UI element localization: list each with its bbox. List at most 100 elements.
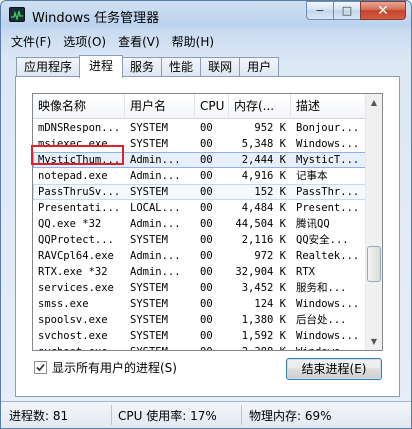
scroll-down-arrow-icon[interactable]: ▼ <box>366 333 382 350</box>
show-all-users-option[interactable]: 显示所有用户的进程(S) <box>34 359 177 376</box>
table-row[interactable]: services.exe SYSTEM 00 3,452 K 服务和... <box>33 280 366 296</box>
process-name-cell: PassThruSv... <box>38 186 121 198</box>
tab-applications[interactable]: 应用程序 <box>16 57 81 77</box>
user-name-cell: SYSTEM <box>130 122 168 134</box>
menu-view[interactable]: 查看(V) <box>112 31 166 49</box>
tab-processes[interactable]: 进程 <box>79 55 124 78</box>
process-name-cell: msiexec.exe <box>38 138 108 150</box>
cpu-cell: 00 <box>200 186 213 198</box>
process-name-cell: QQ.exe *32 <box>38 218 102 230</box>
user-name-cell: SYSTEM <box>130 186 168 198</box>
scroll-up-arrow-icon[interactable]: ▲ <box>366 94 382 111</box>
table-row[interactable]: mDNSRespon... SYSTEM 00 952 K Bonjour... <box>33 120 366 136</box>
cpu-cell: 00 <box>200 266 213 278</box>
column-header-description[interactable]: 描述 <box>291 94 366 119</box>
status-physical-memory: 物理内存: 69% <box>249 409 332 423</box>
menu-bar: 文件(F) 选项(O) 查看(V) 帮助(H) <box>5 31 220 49</box>
memory-cell: 2,388 K <box>230 344 286 350</box>
minimize-button[interactable]: − <box>306 1 333 20</box>
end-process-button[interactable]: 结束进程(E) <box>286 358 382 380</box>
table-row[interactable]: svchost.exe SYSTEM 00 1,592 K Windows... <box>33 328 366 344</box>
process-name-cell: smss.exe <box>38 298 89 310</box>
cpu-cell: 00 <box>200 282 213 294</box>
tab-networking[interactable]: 联网 <box>200 57 241 77</box>
user-name-cell: SYSTEM <box>130 298 168 310</box>
status-divider <box>111 405 112 425</box>
memory-cell: 3,452 K <box>241 282 286 294</box>
menu-options[interactable]: 选项(O) <box>57 31 112 49</box>
processes-panel: 映像名称 用户名 CPU 内存(... 描述 mDNSRespon... SYST… <box>15 76 400 397</box>
table-row[interactable]: msiexec.exe SYSTEM 00 5,348 K Windows... <box>33 136 366 152</box>
table-row[interactable]: QQ.exe *32 Admin... 00 44,504 K 腾讯QQ <box>33 216 366 232</box>
memory-cell: 1,380 K <box>241 314 286 326</box>
user-name-cell: LOCAL... <box>130 202 181 214</box>
process-name-cell: mDNSRespon... <box>38 122 121 134</box>
scrollbar-thumb[interactable] <box>367 246 381 282</box>
table-row[interactable]: svchost.exe SYSTEM 00 2,388 K Windows... <box>33 344 366 350</box>
table-row[interactable]: notepad.exe Admin... 00 4,916 K 记事本 <box>33 168 366 184</box>
menu-help[interactable]: 帮助(H) <box>166 31 220 49</box>
description-cell: Windows... <box>296 344 364 350</box>
column-header-row: 映像名称 用户名 CPU 内存(... 描述 <box>33 94 366 119</box>
window-title: Windows 任务管理器 <box>32 11 160 26</box>
cpu-cell: 00 <box>200 314 213 326</box>
column-header-user[interactable]: 用户名 <box>125 94 195 119</box>
table-row[interactable]: QQProtect... SYSTEM 00 2,116 K QQ安全... <box>33 232 366 248</box>
table-row[interactable]: spoolsv.exe SYSTEM 00 1,380 K 后台处... <box>33 312 366 328</box>
vertical-scrollbar[interactable]: ▲ ▼ <box>365 94 382 350</box>
tab-users[interactable]: 用户 <box>239 57 280 77</box>
table-row[interactable]: PassThruSv... SYSTEM 00 152 K PassThr... <box>33 184 366 200</box>
column-header-memory[interactable]: 内存(... <box>229 94 291 119</box>
cpu-cell: 00 <box>200 218 213 230</box>
show-all-users-label: 显示所有用户的进程(S) <box>52 361 177 375</box>
memory-cell: 2,444 K <box>241 154 286 166</box>
menu-file[interactable]: 文件(F) <box>5 31 57 49</box>
maximize-icon: □ <box>341 4 353 17</box>
description-cell: PassThr... <box>296 186 360 198</box>
task-manager-icon <box>9 7 25 22</box>
maximize-button[interactable]: □ <box>333 1 360 20</box>
close-button[interactable]: ✕ <box>360 1 406 20</box>
table-row[interactable]: Presentati... LOCAL... 00 4,484 K Present... <box>33 200 366 216</box>
process-name-cell: svchost.exe <box>38 330 108 342</box>
memory-cell: 124 K <box>254 298 286 310</box>
title-bar[interactable]: Windows 任务管理器 − □ ✕ <box>1 1 411 29</box>
memory-cell: 2,116 K <box>241 234 286 246</box>
status-divider <box>241 405 242 425</box>
table-row[interactable]: smss.exe SYSTEM 00 124 K Windows... <box>33 296 366 312</box>
tab-performance[interactable]: 性能 <box>161 57 202 77</box>
caption-buttons: − □ ✕ <box>306 1 406 20</box>
process-name-cell: notepad.exe <box>38 170 108 182</box>
column-header-image-name[interactable]: 映像名称 <box>33 94 125 119</box>
cpu-cell: 00 <box>200 138 213 150</box>
process-name-cell: services.exe <box>38 282 114 294</box>
memory-cell: 4,484 K <box>241 202 286 214</box>
process-list[interactable]: 映像名称 用户名 CPU 内存(... 描述 mDNSRespon... SYST… <box>32 93 383 351</box>
column-header-cpu[interactable]: CPU <box>195 94 229 119</box>
description-cell: 腾讯QQ <box>296 218 330 230</box>
show-all-users-checkbox[interactable] <box>34 361 47 374</box>
memory-cell: 4,916 K <box>241 170 286 182</box>
tab-strip: 应用程序 进程 服务 性能 联网 用户 <box>16 55 280 78</box>
close-icon: ✕ <box>377 2 389 19</box>
table-row[interactable]: MysticThum... Admin... 00 2,444 K MysticT... <box>33 152 366 168</box>
user-name-cell: Admin... <box>130 170 181 182</box>
table-row[interactable]: RTX.exe *32 Admin... 00 32,904 K RTX <box>33 264 366 280</box>
process-name-cell: Presentati... <box>38 202 121 214</box>
task-manager-window: Windows 任务管理器 − □ ✕ 文件(F) 选项(O) 查看(V) 帮助… <box>0 0 412 429</box>
description-cell: MysticT... <box>296 154 360 166</box>
process-name-cell: QQProtect... <box>38 234 114 246</box>
checkmark-icon <box>36 363 45 372</box>
table-row[interactable]: RAVCpl64.exe Admin... 00 972 K Realtek... <box>33 248 366 264</box>
memory-cell: 952 K <box>254 122 286 134</box>
cpu-cell: 00 <box>200 250 213 262</box>
user-name-cell: Admin... <box>130 154 181 166</box>
description-cell: Realtek... <box>296 250 360 262</box>
description-cell: 后台处... <box>296 314 347 326</box>
tab-services[interactable]: 服务 <box>122 57 163 77</box>
process-name-cell: spoolsv.exe <box>38 314 108 326</box>
user-name-cell: Admin... <box>130 266 181 278</box>
status-cpu-usage: CPU 使用率: 17% <box>118 409 217 423</box>
minimize-icon: − <box>315 4 325 17</box>
cpu-cell: 00 <box>200 234 213 246</box>
